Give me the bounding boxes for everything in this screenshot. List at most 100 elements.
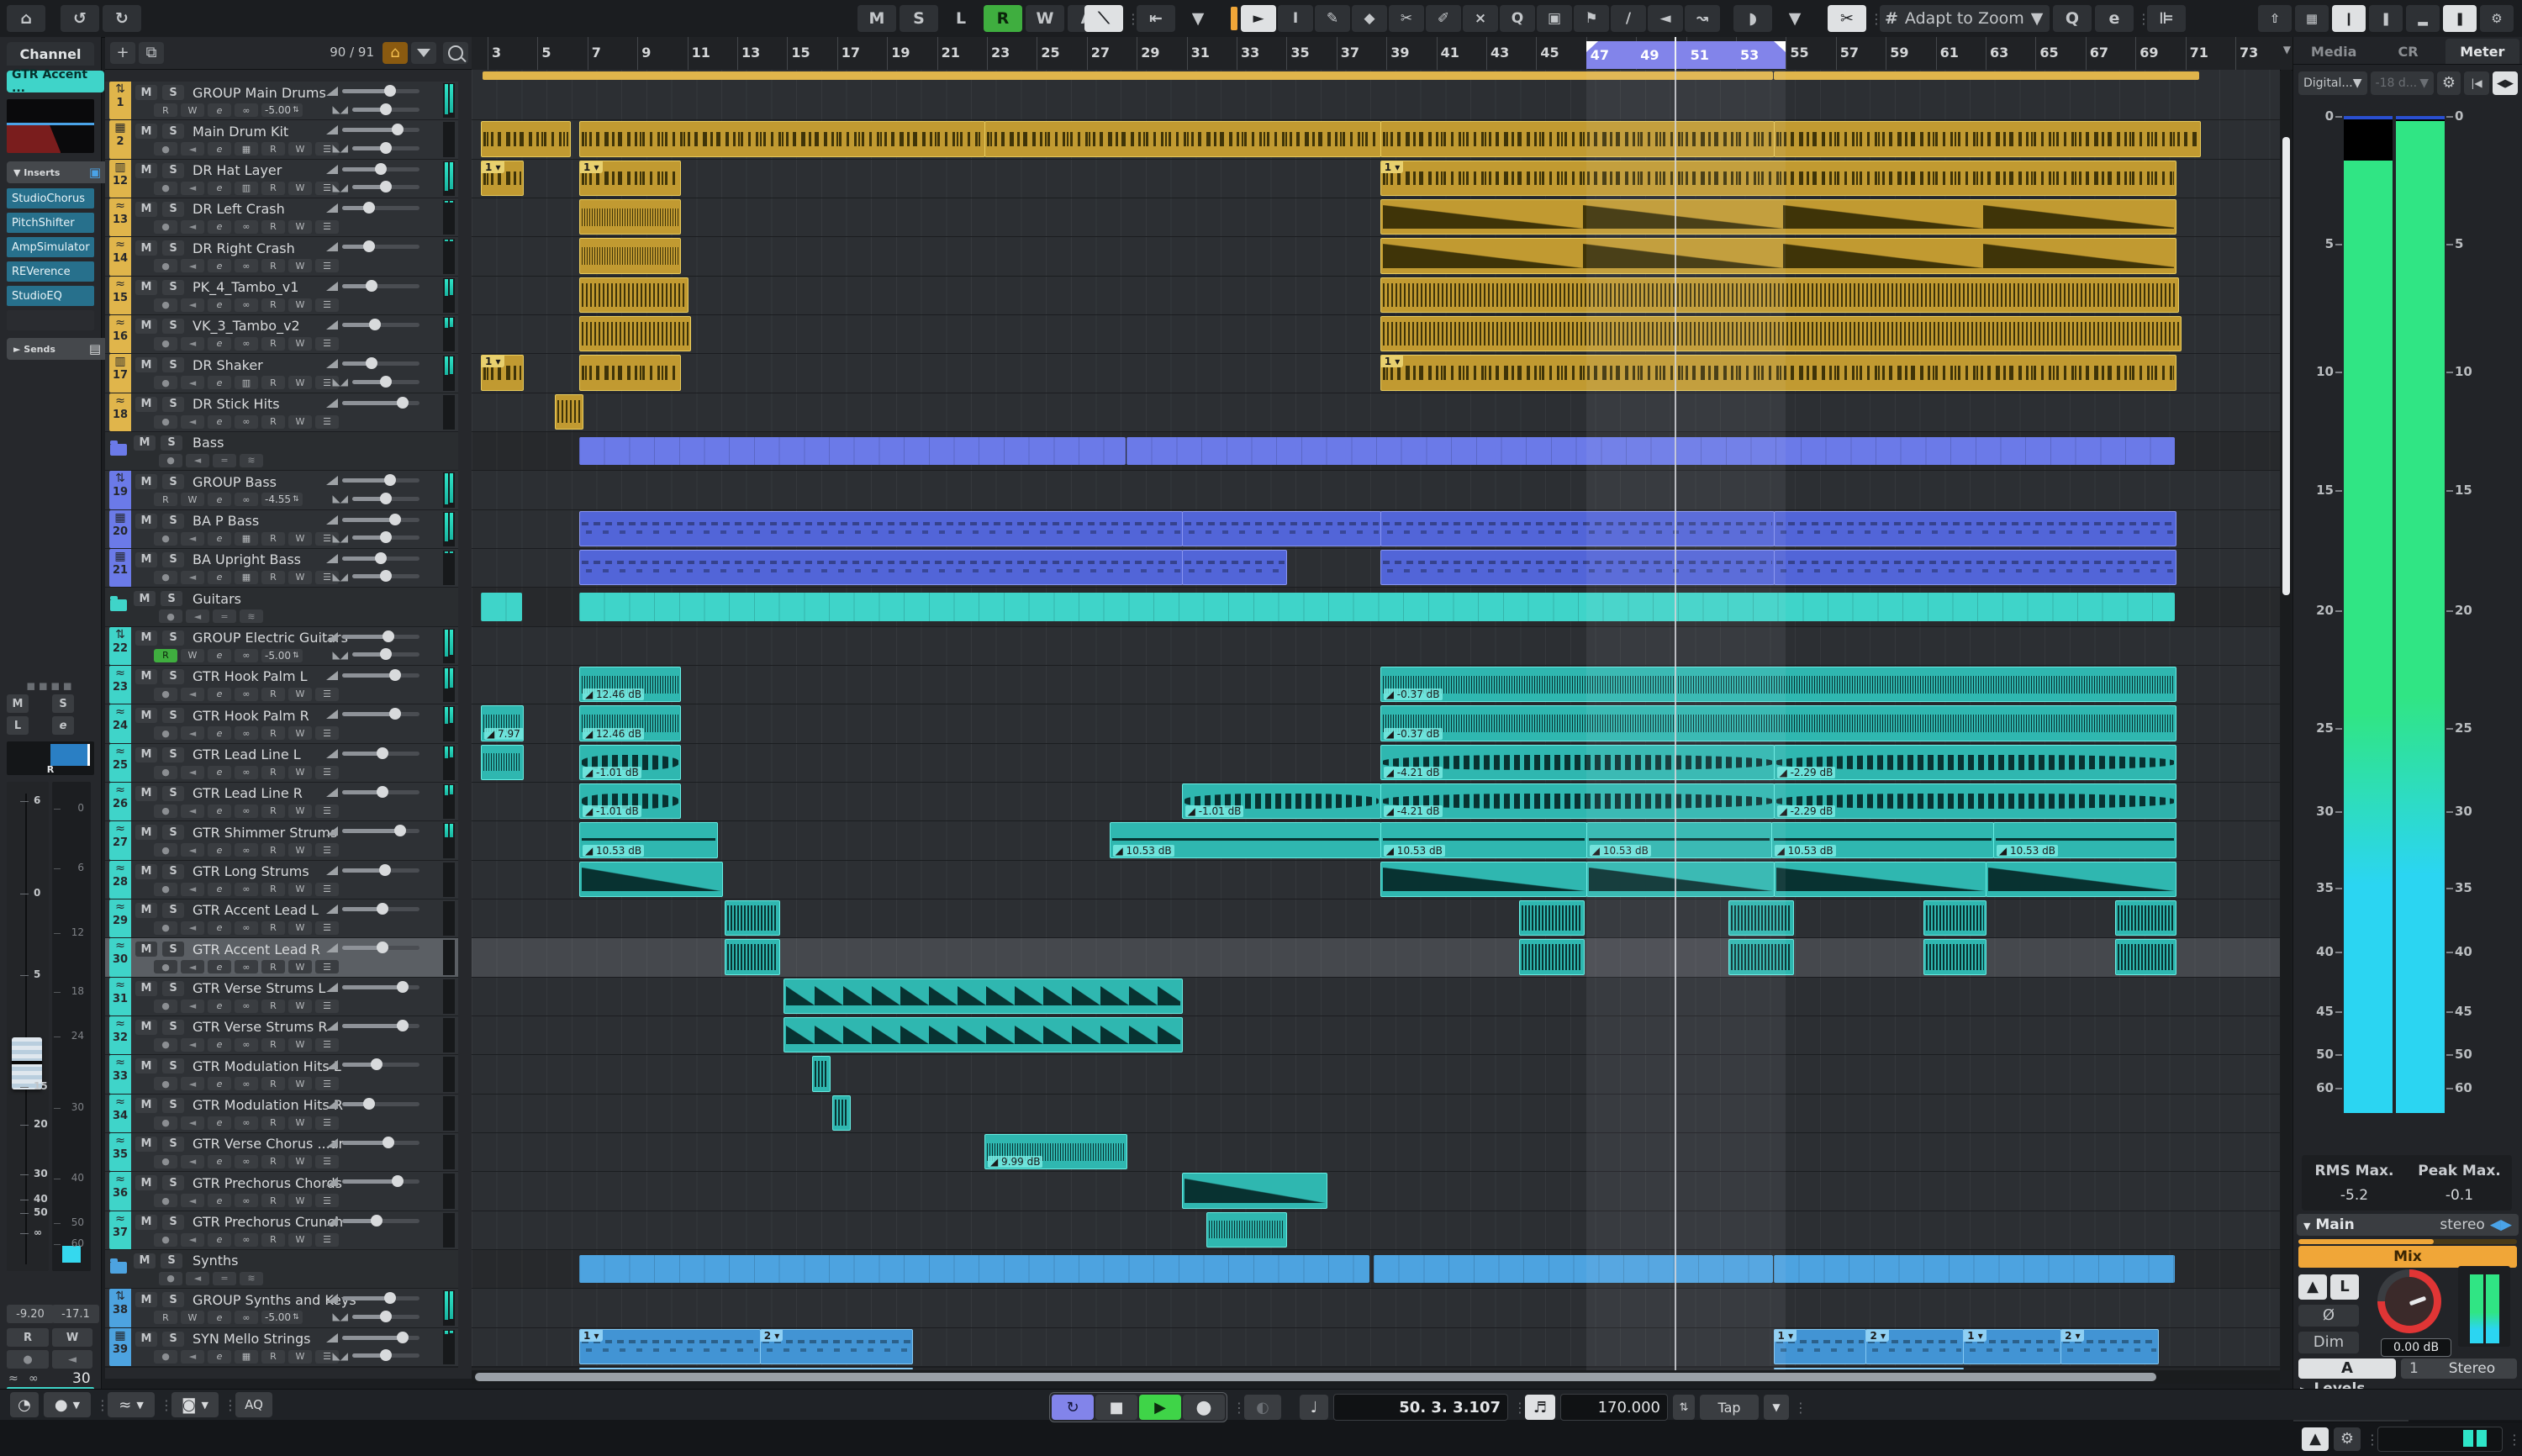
click-button[interactable]: ▲ (2298, 1274, 2327, 1300)
channel-strip-button[interactable]: ☰ (315, 1116, 339, 1130)
cycle-right-handle[interactable] (1774, 41, 1786, 52)
clip-repeat-badge[interactable]: 1 ▾ (1381, 356, 1404, 367)
record-enable-button[interactable]: ● (154, 415, 177, 429)
sends-section-header[interactable]: ► Sends ▤ (7, 338, 108, 360)
track-color-strip[interactable]: ≈15 (109, 277, 131, 314)
track-mute-button[interactable]: M (135, 240, 157, 256)
track-row-21[interactable]: ▦21MSBA Upright Bass●◄e▦RW☰◣◢ (105, 549, 458, 588)
horizontal-scroll-thumb[interactable] (475, 1373, 2156, 1381)
volume-knob[interactable] (397, 1332, 409, 1343)
automation-w-button[interactable]: W (181, 103, 204, 117)
track-kind-button[interactable]: ▥ (235, 182, 258, 195)
track-kind-button[interactable]: ▦ (235, 532, 258, 546)
inserts-section-header[interactable]: ▼ Inserts ▣ (7, 161, 108, 183)
monitor-button[interactable]: ◄ (181, 337, 204, 351)
listen-bus-button[interactable]: L (2330, 1274, 2359, 1300)
monitor-button[interactable]: ◄ (181, 726, 204, 740)
channel-strip-button[interactable]: ☰ (315, 726, 339, 740)
automation-r-button[interactable]: R (261, 220, 285, 234)
automation-r-button[interactable]: R (261, 571, 285, 584)
eq-curve-thumbnail[interactable] (7, 99, 94, 153)
track-row-16[interactable]: ≈16MSVK_3_Tambo_v2●◄e∞RW☰ (105, 315, 458, 354)
expand-icon[interactable]: ◀▶ (2490, 1216, 2512, 1233)
audio-clip[interactable]: ◢ 12.46 dB (579, 705, 681, 741)
arrangement-track-row[interactable] (472, 549, 2280, 588)
record-enable-button[interactable]: ● (154, 960, 177, 973)
pan-knob[interactable] (380, 376, 392, 388)
midi-clip[interactable]: 2 ▾ (1865, 1329, 1964, 1364)
audio-clip[interactable]: ◢ 9.99 dB (984, 1134, 1127, 1169)
automation-r-button[interactable]: R (261, 1350, 285, 1364)
volume-knob[interactable] (384, 1292, 396, 1304)
midi-clip[interactable]: 1 ▾ (481, 355, 524, 390)
track-row-12[interactable]: ▥12MSDR Hat Layer●◄e▥RW☰◣◢ (105, 160, 458, 198)
insert-slot-1[interactable]: StudioChorus (7, 188, 94, 208)
track-solo-button[interactable]: S (162, 397, 184, 412)
window-button-1[interactable]: ▦ (2295, 5, 2329, 32)
midi-clip[interactable]: 1 ▾ (1774, 1329, 1867, 1364)
audio-clip[interactable]: ◢ -2.29 dB (1774, 783, 2176, 819)
channel-strip-button[interactable]: ☰ (315, 1233, 339, 1247)
automation-r-button[interactable]: R (154, 493, 177, 506)
audio-clip[interactable] (725, 900, 780, 936)
automation-w-button[interactable]: W (288, 960, 312, 973)
pan-knob[interactable] (380, 1349, 392, 1361)
channel-strip-button[interactable]: ☰ (315, 1038, 339, 1052)
automation-r-button[interactable]: R (261, 804, 285, 818)
volume-value-box[interactable]: -5.00 ⇅ (261, 103, 303, 117)
arrangement-track-row[interactable] (472, 510, 2280, 549)
track-solo-button[interactable]: S (162, 669, 184, 684)
automation-r-button[interactable]: R (261, 142, 285, 156)
meter-settings-button[interactable]: ⚙ (2437, 71, 2461, 95)
track-color-strip[interactable]: ≈16 (109, 315, 131, 353)
tool-button-7[interactable]: Q (1500, 5, 1535, 32)
automation-r-button[interactable]: R (261, 376, 285, 389)
track-solo-button[interactable]: S (162, 280, 184, 295)
folder-part-strip[interactable] (1774, 71, 2200, 80)
control-room-main-header[interactable]: ▼ Main stereo ◀▶ (2297, 1214, 2519, 1236)
volume-knob[interactable] (389, 514, 401, 525)
channel-strip-button[interactable]: ☰ (315, 1077, 339, 1090)
monitor-button[interactable]: ◄ (181, 843, 204, 857)
tab-meter[interactable]: Meter (2445, 39, 2519, 64)
automation-r-button[interactable]: R (261, 298, 285, 312)
track-kind-button[interactable]: ∞ (235, 804, 258, 818)
track-solo-button[interactable]: S (162, 1332, 184, 1347)
track-row-23[interactable]: ≈23MSGTR Hook Palm L●◄e∞RW☰ (105, 666, 458, 704)
volume-knob[interactable] (363, 202, 375, 214)
write-automation-button[interactable]: W (52, 1328, 92, 1347)
track-color-strip[interactable]: ▦2 (109, 120, 131, 158)
track-row-folder[interactable]: MSSynths●◄=≋ (105, 1250, 458, 1289)
clip-repeat-badge[interactable]: 1 ▾ (1964, 1330, 1986, 1342)
edit-channel-button[interactable]: e (208, 883, 231, 896)
record-enable-button[interactable]: ● (154, 1155, 177, 1168)
track-mute-button[interactable]: M (135, 319, 157, 334)
track-row-38[interactable]: ⇅38MSGROUP Synths and KeysRWe∞-5.00 ⇅◣◢ (105, 1289, 458, 1327)
track-volume-slider[interactable] (342, 557, 419, 561)
record-mode-select[interactable]: ●▼ (44, 1392, 91, 1417)
track-kind-button[interactable]: ∞ (235, 843, 258, 857)
track-row-14[interactable]: ≈14MSDR Right Crash●◄e∞RW☰ (105, 237, 458, 276)
read-automation-button[interactable]: R (7, 1328, 49, 1347)
track-color-strip[interactable]: ▦39 (109, 1328, 131, 1366)
folder-part-strip[interactable] (579, 1255, 1369, 1283)
track-volume-slider[interactable] (342, 128, 419, 132)
midi-clip[interactable]: 2 ▾ (760, 1329, 913, 1364)
track-mute-button[interactable]: M (135, 981, 157, 996)
track-mute-button[interactable]: M (135, 1175, 157, 1190)
track-solo-button[interactable]: S (162, 319, 184, 334)
record-enable-button[interactable]: ● (154, 376, 177, 389)
automation-w-button[interactable]: W (288, 1000, 312, 1013)
track-color-strip[interactable]: ⇅19 (109, 471, 131, 509)
edit-channel-button[interactable]: e (208, 532, 231, 546)
edit-channel-button[interactable]: e (208, 1233, 231, 1247)
audio-clip[interactable] (832, 1095, 851, 1131)
meter-offset-select[interactable]: -18 d...▼ (2371, 71, 2434, 95)
track-mute-button[interactable]: M (135, 280, 157, 295)
volume-knob[interactable] (394, 825, 406, 836)
color-tool-button[interactable]: ◗ (1733, 5, 1772, 32)
track-color-strip[interactable]: ▥17 (109, 354, 131, 392)
edit-channel-button[interactable]: e (208, 376, 231, 389)
arrangement-track-row[interactable]: ◢ -1.01 dB◢ -1.01 dB◢ -4.21 dB◢ -2.29 dB (472, 783, 2280, 821)
track-solo-button[interactable]: S (162, 747, 184, 762)
